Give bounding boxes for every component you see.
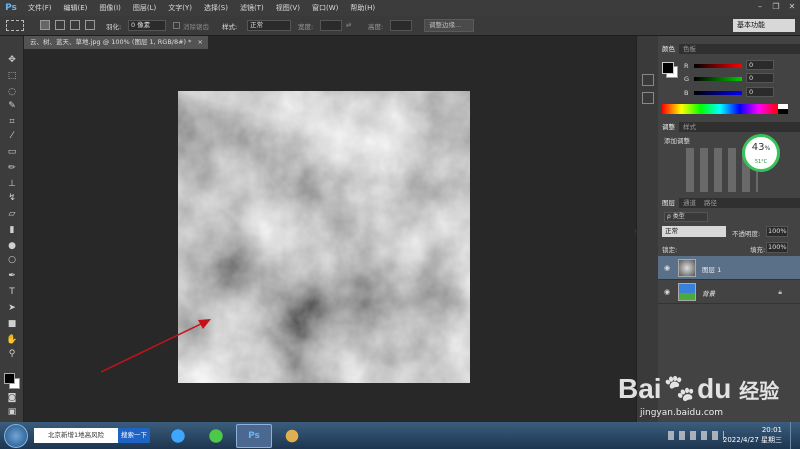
red-arrow-line	[100, 321, 206, 373]
b-value-input[interactable]: 0	[746, 87, 774, 97]
visibility-eye-icon[interactable]: ◉	[664, 288, 670, 296]
opacity-input[interactable]: 100%	[766, 226, 788, 237]
baidu-jingyan-watermark: Bai🐾︎du 经验 jingyan.baidu.com	[614, 358, 800, 422]
tab-paths[interactable]: 路径	[700, 198, 721, 208]
opacity-label: 不透明度:	[732, 230, 761, 238]
ie-icon[interactable]	[160, 424, 196, 448]
g-slider[interactable]	[694, 77, 742, 81]
panel-fg-swatch[interactable]	[662, 62, 674, 74]
lock-label: 锁定:	[662, 246, 678, 254]
g-value-input[interactable]: 0	[746, 73, 774, 83]
photoshop-taskbar-icon[interactable]: Ps	[236, 424, 272, 448]
taskbar-clock[interactable]: 20:01 2022/4/27 星期三	[723, 425, 782, 445]
tab-color[interactable]: 颜色	[658, 44, 679, 54]
add-adjustment-title: 添加调整	[664, 137, 690, 145]
watermark-url: jingyan.baidu.com	[640, 408, 724, 418]
r-value-input[interactable]: 0	[746, 60, 774, 70]
channel-b-label: B	[684, 89, 689, 97]
show-desktop-button[interactable]	[790, 422, 800, 449]
system-monitor-gauge: 43% 51°C	[742, 134, 780, 172]
tab-adjustments[interactable]: 调整	[658, 122, 679, 132]
history-panel-icon[interactable]	[642, 74, 654, 86]
clock-time: 20:01	[761, 426, 782, 434]
color-spectrum-bar[interactable]	[662, 104, 778, 114]
lock-icon: 🔒︎	[778, 288, 782, 296]
tab-styles[interactable]: 样式	[679, 122, 700, 132]
background-thumbnail	[678, 283, 696, 301]
tab-layers[interactable]: 图层	[658, 198, 679, 208]
clock-date: 2022/4/27 星期三	[722, 436, 782, 444]
tab-swatches[interactable]: 色板	[679, 44, 700, 54]
blend-mode-select[interactable]: 正常	[662, 226, 726, 237]
spectrum-bw-swatches[interactable]	[778, 104, 788, 114]
gauge-unit: %	[764, 145, 771, 152]
layer1-thumbnail	[678, 259, 696, 277]
windows-taskbar: 北京新增1地高风险 搜索一下 Ps 20:01 2022/4/27 星期三	[0, 422, 800, 449]
layer-kind-filter[interactable]: ρ 类型	[664, 212, 708, 222]
fill-input[interactable]: 100%	[766, 242, 788, 253]
taskbar-search-button[interactable]: 搜索一下	[118, 428, 150, 443]
paint-icon[interactable]	[274, 424, 310, 448]
channel-r-label: R	[684, 62, 689, 70]
layers-panel-tabs: 图层 通道 路径	[658, 198, 800, 208]
visibility-eye-icon[interactable]: ◉	[664, 264, 670, 272]
background-layer-name: 背景	[702, 290, 715, 298]
properties-panel-icon[interactable]	[642, 92, 654, 104]
watermark-brand: Bai	[618, 373, 662, 404]
tab-channels[interactable]: 通道	[679, 198, 700, 208]
adjust-panel-tabs: 调整 样式	[658, 122, 800, 132]
gauge-percent: 43	[751, 142, 765, 153]
b-slider[interactable]	[694, 91, 742, 95]
channel-g-label: G	[684, 75, 690, 83]
browser-360-icon[interactable]	[198, 424, 234, 448]
taskbar-search-input[interactable]: 北京新增1地高风险	[34, 428, 118, 443]
layer1-name: 图层 1	[702, 266, 722, 274]
watermark-brand-suffix: du	[697, 373, 732, 404]
layer-row-layer1[interactable]: ◉ 图层 1	[658, 256, 800, 280]
color-panel-tabs: 颜色 色板	[658, 44, 800, 54]
system-tray-icons[interactable]	[668, 431, 724, 440]
fill-label: 填充:	[750, 246, 766, 254]
r-slider[interactable]	[694, 64, 742, 68]
layer-row-background[interactable]: ◉ 背景 🔒︎	[658, 280, 800, 304]
gauge-temperature: 51°C	[754, 159, 768, 165]
watermark-product: 经验	[739, 381, 780, 403]
paw-icon: 🐾︎	[661, 373, 698, 404]
start-button[interactable]	[4, 424, 28, 448]
